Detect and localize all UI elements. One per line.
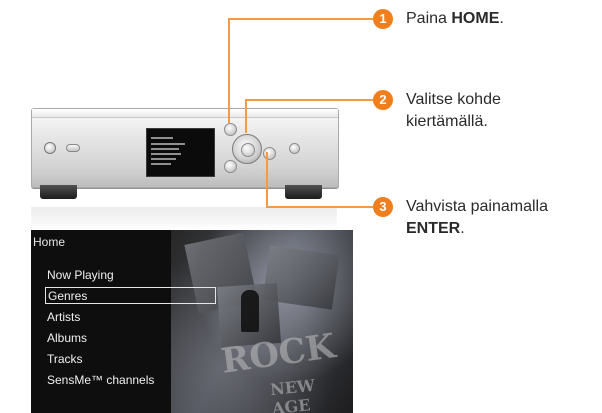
menu-item-now-playing[interactable]: Now Playing <box>47 267 114 284</box>
callout-line-3 <box>266 206 373 208</box>
step-badge-2: 2 <box>373 90 393 110</box>
art-word-new-age: NEW AGE <box>269 375 316 413</box>
silhouette-figure <box>241 290 259 332</box>
callout-line-1 <box>228 18 373 20</box>
display-line <box>151 158 176 160</box>
step-badge-3: 3 <box>373 197 393 217</box>
menu-item-albums[interactable]: Albums <box>47 330 87 347</box>
display-line <box>151 148 179 150</box>
device-foot-right <box>285 185 322 199</box>
menu-item-sensme-channels[interactable]: SensMe™ channels <box>47 372 154 389</box>
step-text-3: Vahvista painamalla ENTER. <box>406 198 549 237</box>
callout-line-1-vertical <box>228 18 230 123</box>
menu-list: Home Now Playing Genres Artists Albums T… <box>31 230 231 413</box>
jog-dial[interactable] <box>232 134 262 164</box>
enter-button[interactable] <box>241 143 255 157</box>
tv-menu-screen: ROCK NEW AGE Home Now Playing Genres Art… <box>31 230 353 413</box>
device-reflection <box>31 207 337 231</box>
callout-line-2 <box>245 99 373 101</box>
play-button[interactable] <box>289 143 300 154</box>
callout-line-2-vertical <box>245 99 247 133</box>
device-foot-left <box>40 185 77 199</box>
diagram-root: ROCK NEW AGE Home Now Playing Genres Art… <box>0 0 602 413</box>
menu-item-artists[interactable]: Artists <box>47 309 80 326</box>
audio-device <box>31 108 339 188</box>
option-button[interactable] <box>263 147 276 160</box>
callout-line-3-vertical <box>266 152 268 208</box>
home-button[interactable] <box>224 123 237 136</box>
front-display <box>146 128 215 177</box>
menu-title: Home <box>33 235 66 249</box>
display-line <box>151 143 185 145</box>
input-button[interactable] <box>66 144 80 152</box>
step-badge-1: 1 <box>373 9 393 29</box>
menu-item-tracks[interactable]: Tracks <box>47 351 83 368</box>
menu-item-genres[interactable]: Genres <box>45 287 216 304</box>
step-text-1: Paina HOME. <box>406 10 504 27</box>
power-button[interactable] <box>44 142 56 154</box>
step-text-2: Valitse kohde kiertämällä. <box>406 91 501 130</box>
device-top-panel <box>32 109 338 118</box>
display-line <box>151 153 181 155</box>
display-line <box>151 163 171 165</box>
back-button[interactable] <box>224 160 237 173</box>
display-line <box>151 137 173 139</box>
